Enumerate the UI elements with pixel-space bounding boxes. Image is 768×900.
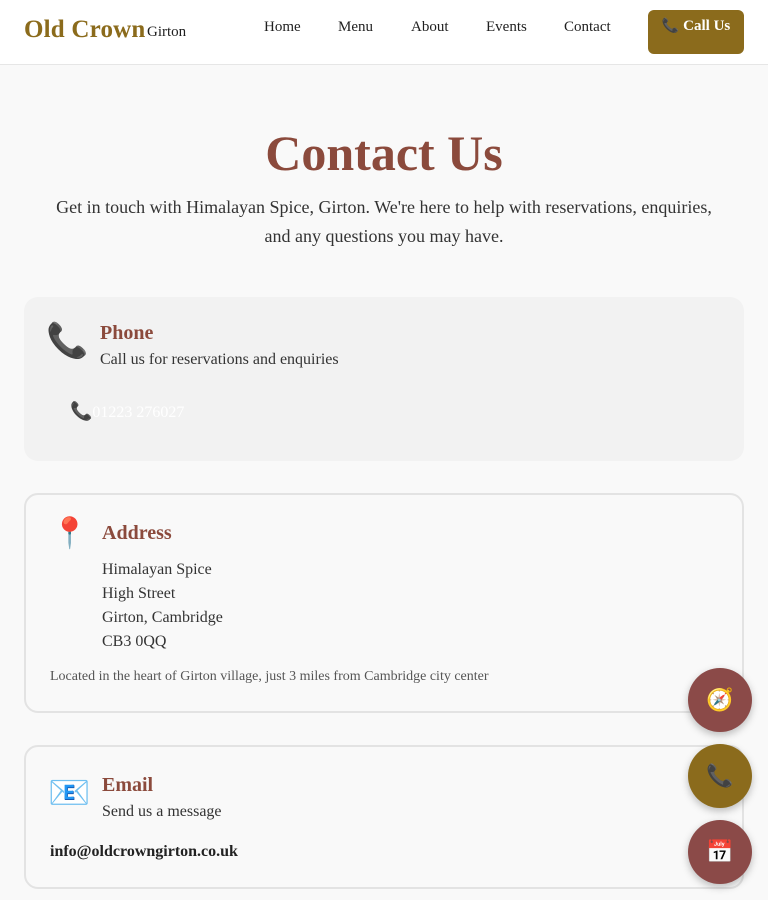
nav-link-about[interactable]: About [411,19,449,36]
address-note: Located in the heart of Girton village, … [50,669,489,684]
page-intro: Get in touch with Himalayan Spice, Girto… [56,197,712,246]
address-card: 📍 Address Himalayan Spice High Street Gi… [24,493,744,713]
nav-link-menu[interactable]: Menu [338,19,373,36]
site-header: Old Crown Girton Home Menu About Events … [0,0,768,65]
address-line: Girton, Cambridge [102,609,223,626]
email-card-title: Email [102,774,154,796]
address-line: High Street [102,585,176,602]
nav-link-home[interactable]: Home [264,19,301,36]
phone-card-title: Phone [100,322,154,344]
page-title: Contact Us [265,125,503,181]
address-line: CB3 0QQ [102,633,167,650]
phone-card-subtitle: Call us for reservations and enquiries [100,351,339,368]
phone-icon: 📞 [706,763,734,788]
address-line: Himalayan Spice [102,561,212,578]
nav-link-contact[interactable]: Contact [564,19,611,36]
phone-icon: 📞 [70,401,93,421]
phone-icon: 📞 [661,19,680,34]
call-fab[interactable]: 📞 [688,744,752,808]
call-us-label: Call Us [683,18,731,34]
phone-number: 01223 276027 [92,404,185,421]
email-card: 📧 Email Send us a message info@oldcrowng… [24,745,744,889]
directions-fab[interactable]: 🧭 [688,668,752,732]
email-address-link[interactable]: info@oldcrowngirton.co.uk [50,843,238,861]
email-card-subtitle: Send us a message [102,803,222,820]
compass-icon: 🧭 [706,687,734,712]
calendar-icon: 📅 [706,839,734,864]
phone-number-link[interactable]: 📞01223 276027 [70,401,184,422]
address-card-title: Address [102,522,172,544]
phone-card: 📞 Phone Call us for reservations and enq… [24,297,744,461]
address-lines: Himalayan Spice High Street Girton, Camb… [102,558,223,654]
envelope-icon: 📧 [48,775,91,812]
nav-link-events[interactable]: Events [486,19,527,36]
booking-fab[interactable]: 📅 [688,820,752,884]
call-us-button[interactable]: 📞 Call Us [648,10,744,54]
phone-icon: 📞 [46,323,89,360]
location-pin-icon: 📍 [51,517,89,550]
